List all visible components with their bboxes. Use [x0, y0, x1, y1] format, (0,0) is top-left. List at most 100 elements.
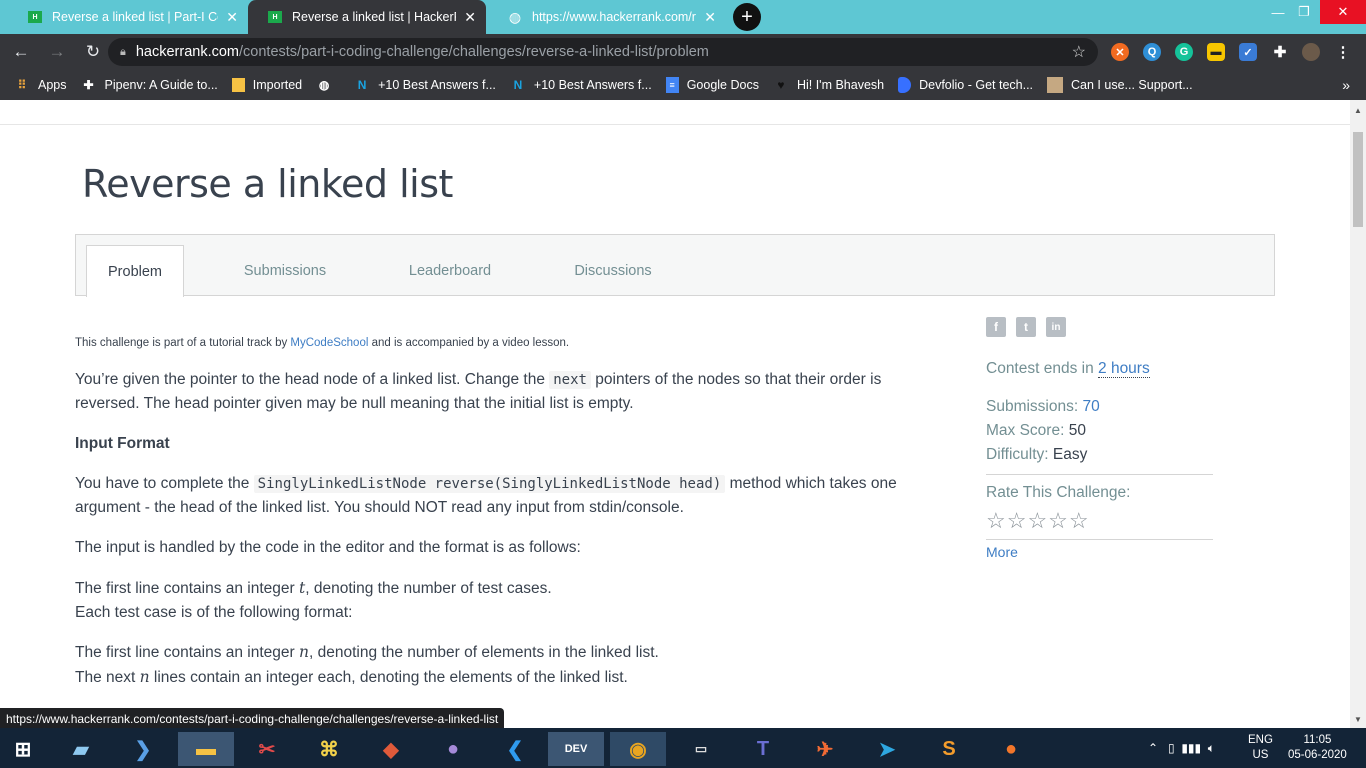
- globe-icon: ◍: [318, 78, 330, 92]
- input-paragraph: You have to complete the SinglyLinkedLis…: [75, 472, 925, 520]
- bookmark-pipenv[interactable]: ✚ Pipenv: A Guide to...: [81, 77, 218, 93]
- bookmark-best-answers-2[interactable]: N +10 Best Answers f...: [510, 77, 652, 93]
- scroll-down-icon[interactable]: ▼: [1354, 715, 1362, 724]
- profile-avatar[interactable]: [1302, 43, 1320, 61]
- bookmark-label: Can I use... Support...: [1071, 78, 1193, 92]
- browser-tab-3[interactable]: ◍ https://www.hackerrank.com/rest ✕: [488, 0, 726, 34]
- contest-ends: Contest ends in 2 hours: [986, 360, 1150, 378]
- bookmark-google-docs[interactable]: ≡ Google Docs: [665, 77, 759, 93]
- bookmark-best-answers-1[interactable]: N +10 Best Answers f...: [354, 77, 496, 93]
- bookmark-devfolio[interactable]: Devfolio - Get tech...: [898, 77, 1033, 93]
- bookmark-apps[interactable]: ⠿ Apps: [14, 77, 67, 93]
- tab-leaderboard[interactable]: Leaderboard: [391, 245, 509, 297]
- browser-tab-2[interactable]: H Reverse a linked list | HackerRank ✕: [248, 0, 486, 34]
- python-icon[interactable]: ⌘: [306, 732, 352, 766]
- file-explorer-icon[interactable]: ▬: [178, 732, 234, 766]
- browser-tab-1[interactable]: H Reverse a linked list | Part-I Codin ✕: [8, 0, 248, 34]
- docs-icon: ≡: [665, 77, 679, 93]
- extension-yellow-icon[interactable]: ▬: [1207, 43, 1225, 61]
- bookmarks-overflow-button[interactable]: »: [1342, 77, 1350, 93]
- grammarly-icon[interactable]: G: [1175, 43, 1193, 61]
- bookmark-imported[interactable]: Imported: [231, 78, 303, 92]
- menu-kebab-icon[interactable]: ⋮: [1334, 43, 1352, 61]
- twitter-icon[interactable]: t: [1016, 317, 1036, 337]
- bookmark-star-icon[interactable]: ☆: [1072, 42, 1086, 62]
- more-link-text[interactable]: More: [986, 544, 1018, 560]
- tab-discussions[interactable]: Discussions: [554, 245, 672, 297]
- bookmark-label: Imported: [252, 78, 303, 92]
- problem-paragraph: You’re given the pointer to the head nod…: [75, 368, 925, 416]
- snipping-tool-icon[interactable]: ✂: [244, 732, 290, 766]
- more-link[interactable]: More: [986, 544, 1018, 560]
- region-text: US: [1252, 749, 1269, 761]
- tray-icons[interactable]: ⌃ ▯ ▮▮▮ 🔈︎: [1148, 728, 1215, 768]
- back-icon[interactable]: ←: [6, 37, 36, 67]
- devcpp-icon[interactable]: DEV: [548, 732, 604, 766]
- scroll-up-icon[interactable]: ▲: [1354, 106, 1362, 115]
- submissions-link[interactable]: 70: [1082, 398, 1099, 415]
- vscode-icon[interactable]: ❮: [492, 732, 538, 766]
- mycodeschool-link[interactable]: MyCodeSchool: [290, 337, 368, 349]
- chrome-icon[interactable]: ◉: [610, 732, 666, 766]
- forward-icon[interactable]: →: [42, 37, 72, 67]
- caniuse-icon: [1047, 77, 1064, 93]
- tab-close-icon[interactable]: ✕: [226, 9, 238, 26]
- facebook-icon[interactable]: f: [986, 317, 1006, 337]
- clock[interactable]: 11:05 05-06-2020: [1288, 728, 1347, 768]
- intro-text: and is accompanied by a video lesson.: [368, 337, 570, 349]
- sublime-icon[interactable]: S: [926, 732, 972, 766]
- n-icon: N: [357, 78, 367, 92]
- tab-title: https://www.hackerrank.com/rest: [532, 10, 697, 24]
- page-scrollbar[interactable]: ▲ ▼: [1350, 100, 1366, 728]
- windows-taskbar: ⊞ ▰ ❯ ▬ ✂ ⌘ ◆ ● ❮ DEV ◉ ▭ T ✈ ➤ S ● ⌃ ▯ …: [0, 728, 1366, 768]
- reload-icon[interactable]: ↻: [78, 37, 108, 67]
- address-bar[interactable]: 🔒︎ hackerrank.com/contests/part-i-coding…: [108, 38, 1098, 66]
- pipenv-icon: ✚: [83, 78, 94, 92]
- browser-toolbar: ← → ↻ 🔒︎ hackerrank.com/contests/part-i-…: [0, 34, 1366, 70]
- terminal-icon[interactable]: ▭: [678, 732, 724, 766]
- bookmark-label: Hi! I'm Bhavesh: [796, 78, 885, 92]
- text: The next: [75, 669, 140, 686]
- text: You have to complete the: [75, 475, 254, 492]
- test-cases-paragraph: The first line contains an integer t, de…: [75, 576, 925, 625]
- tutorial-note: This challenge is part of a tutorial tra…: [75, 337, 569, 349]
- bookmark-label: Pipenv: A Guide to...: [104, 78, 218, 92]
- bookmark-caniuse[interactable]: Can I use... Support...: [1047, 77, 1193, 93]
- teams-icon[interactable]: T: [740, 732, 786, 766]
- windows-start-icon[interactable]: ⊞: [0, 732, 46, 766]
- label: Contest ends in: [986, 360, 1099, 377]
- tab-problem[interactable]: Problem: [86, 245, 184, 297]
- extension-search-icon[interactable]: Q: [1143, 43, 1161, 61]
- extensions-puzzle-icon[interactable]: ✚: [1271, 43, 1289, 61]
- bookmark-bhavesh[interactable]: ♥ Hi! I'm Bhavesh: [773, 77, 884, 93]
- tab-close-icon[interactable]: ✕: [704, 9, 716, 26]
- extension-orange-icon[interactable]: ✕: [1111, 43, 1129, 61]
- input-format-heading: Input Format: [75, 435, 170, 452]
- url-domain: hackerrank.com: [135, 44, 240, 60]
- label: Submissions:: [986, 398, 1083, 415]
- powershell-icon[interactable]: ❯: [120, 732, 166, 766]
- tab-close-icon[interactable]: ✕: [464, 9, 476, 26]
- hackerrank-favicon-icon: H: [28, 11, 42, 23]
- linkedin-icon[interactable]: in: [1046, 317, 1066, 337]
- text: You’re given the pointer to the head nod…: [75, 371, 550, 388]
- new-tab-button[interactable]: +: [733, 3, 761, 31]
- git-icon[interactable]: ◆: [368, 732, 414, 766]
- language-indicator[interactable]: ENG US: [1248, 728, 1273, 768]
- text: , denoting the number of test cases.: [305, 580, 552, 597]
- date-text: 05-06-2020: [1288, 749, 1347, 761]
- inline-code: SinglyLinkedListNode reverse(SinglyLinke…: [253, 475, 726, 493]
- postman-icon[interactable]: ✈: [802, 732, 848, 766]
- tab-submissions[interactable]: Submissions: [226, 245, 344, 297]
- notepad-icon[interactable]: ▰: [58, 732, 104, 766]
- scrollbar-thumb[interactable]: [1353, 132, 1363, 227]
- github-desktop-icon[interactable]: ●: [430, 732, 476, 766]
- rating-stars[interactable]: ☆☆☆☆☆: [986, 508, 1090, 534]
- telegram-icon[interactable]: ➤: [864, 732, 910, 766]
- shield-icon[interactable]: ✓: [1239, 43, 1257, 61]
- restore-icon[interactable]: ❐: [1284, 0, 1324, 24]
- firefox-icon[interactable]: ●: [988, 732, 1034, 766]
- window-close-icon[interactable]: ✕: [1320, 0, 1366, 24]
- bookmark-globe[interactable]: ◍: [316, 77, 340, 93]
- sidebar-divider: [986, 474, 1213, 475]
